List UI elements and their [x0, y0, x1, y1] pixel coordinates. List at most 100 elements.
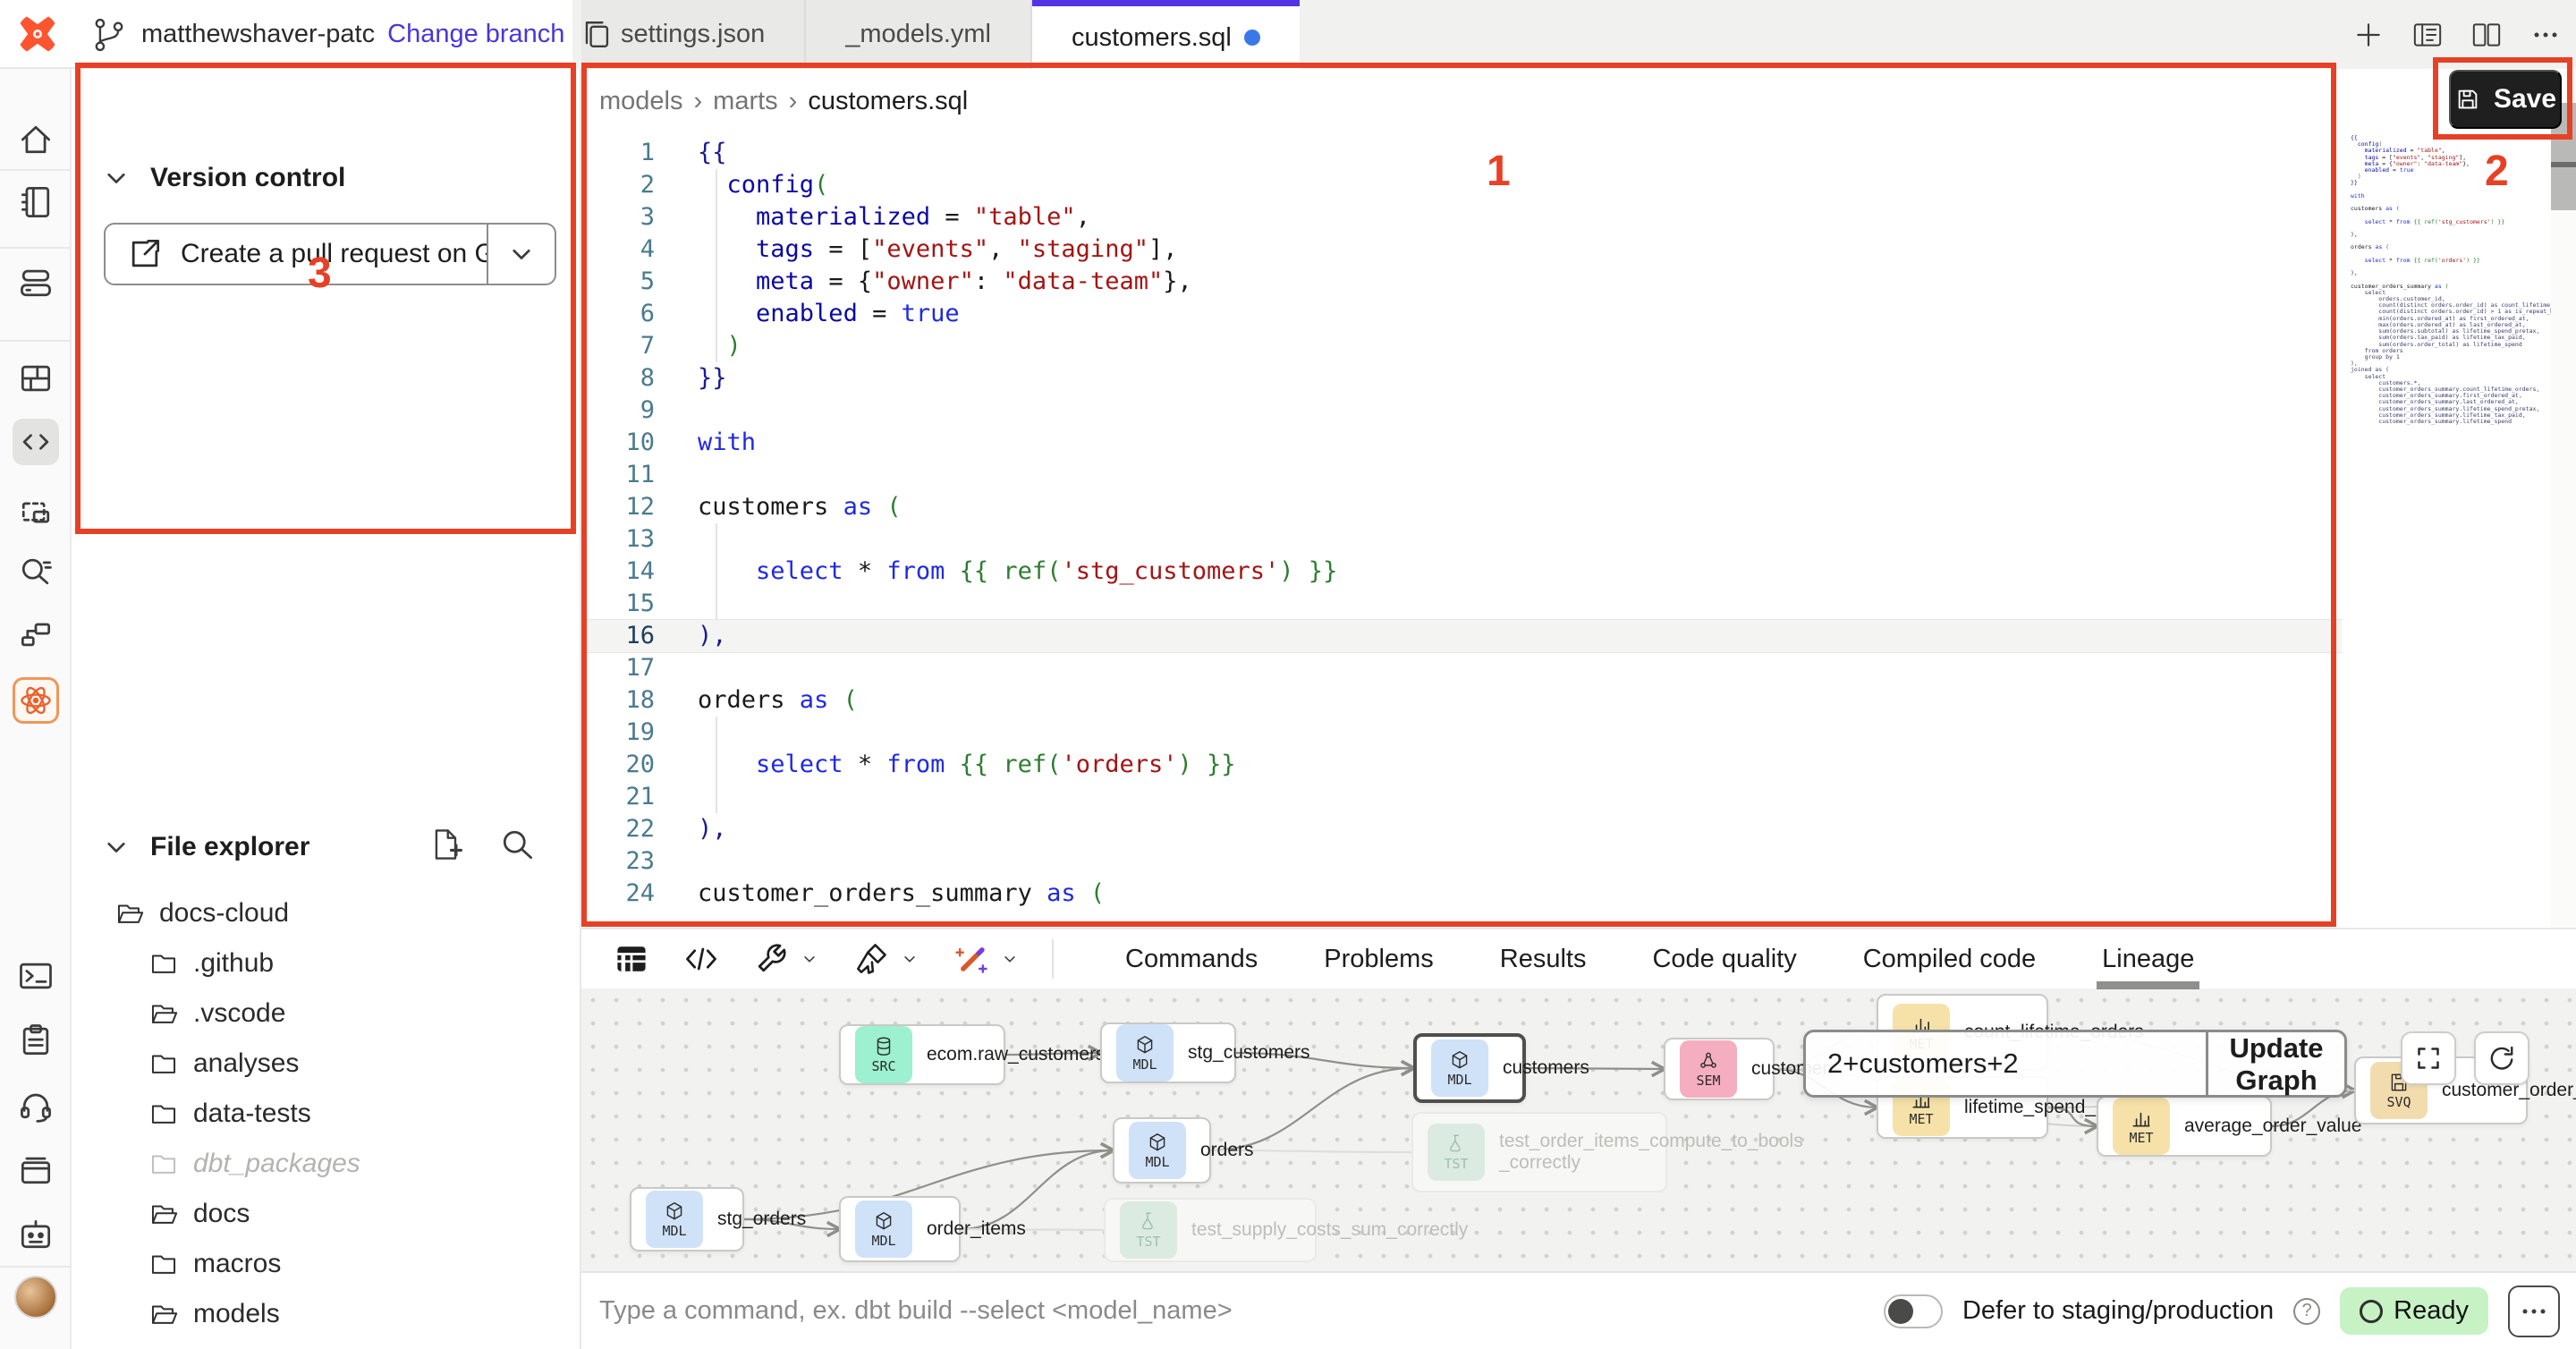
code-line-21[interactable]: 21 — [581, 781, 2342, 813]
bottom-tab-problems[interactable]: Problems — [1324, 929, 1434, 989]
code-line-14[interactable]: 14 select * from {{ ref('stg_customers')… — [581, 556, 2342, 588]
rail-database-icon[interactable] — [13, 259, 59, 306]
more-options-button[interactable] — [2508, 1285, 2560, 1337]
lineage-node-order_items[interactable]: MDLorder_items — [839, 1196, 961, 1262]
breadcrumb-item[interactable]: models — [599, 87, 683, 116]
rail-link-windows-icon[interactable] — [13, 611, 59, 658]
lineage-node-test_bools[interactable]: TSTtest_order_items_compute_to_bools_cor… — [1411, 1112, 1667, 1192]
code-line-4[interactable]: 4 tags = ["events", "staging"], — [581, 233, 2342, 266]
rail-home-icon[interactable] — [13, 116, 59, 163]
change-branch-link[interactable]: Change branch — [387, 20, 564, 49]
copilot-wand-icon[interactable] — [952, 939, 1021, 979]
lineage-node-customers_sem[interactable]: SEMcustomers — [1664, 1038, 1775, 1100]
code-editor[interactable]: models›marts›customers.sql 1{{2 config(3… — [581, 71, 2342, 928]
code-line-2[interactable]: 2 config( — [581, 169, 2342, 201]
tree-item-data-tests[interactable]: data-tests — [72, 1089, 580, 1139]
defer-toggle[interactable] — [1884, 1294, 1943, 1328]
lineage-node-stg_customers[interactable]: MDLstg_customers — [1100, 1022, 1236, 1083]
bottom-tab-lineage[interactable]: Lineage — [2102, 929, 2194, 989]
breadcrumb-item[interactable]: marts — [713, 87, 778, 116]
bottom-tab-compiled-code[interactable]: Compiled code — [1863, 929, 2036, 989]
code-line-8[interactable]: 8}} — [581, 362, 2342, 395]
split-icon[interactable] — [2469, 17, 2504, 53]
file-explorer-header[interactable]: File explorer — [97, 827, 309, 867]
bottom-tab-commands[interactable]: Commands — [1125, 929, 1258, 989]
refresh-graph-button[interactable] — [2474, 1031, 2529, 1085]
rail-copilot-icon[interactable] — [13, 677, 59, 724]
code-line-15[interactable]: 15 — [581, 588, 2342, 620]
breadcrumb-item[interactable]: customers.sql — [808, 87, 968, 116]
rail-frame-icon[interactable] — [13, 489, 59, 536]
preview-table-icon[interactable] — [612, 939, 651, 979]
code-line-24[interactable]: 24customer_orders_summary as ( — [581, 878, 2342, 910]
lineage-node-orders[interactable]: MDLorders — [1113, 1117, 1211, 1184]
panel-icon[interactable] — [2410, 17, 2445, 53]
code-line-5[interactable]: 5 meta = {"owner": "data-team"}, — [581, 266, 2342, 298]
rail-tabs-icon[interactable] — [13, 1147, 59, 1193]
minimap[interactable]: {{ config( materialized = "table", tags … — [2342, 71, 2551, 928]
code-line-9[interactable]: 9 — [581, 395, 2342, 427]
code-lines[interactable]: 1{{2 config(3 materialized = "table",4 t… — [581, 137, 2342, 910]
new-file-icon[interactable] — [426, 825, 465, 864]
command-input[interactable] — [599, 1296, 1762, 1326]
create-pull-request-button[interactable]: Create a pull request on Gi... — [104, 223, 556, 285]
pull-request-dropdown-button[interactable] — [488, 225, 555, 284]
tree-item-.vscode[interactable]: .vscode — [72, 988, 580, 1039]
lineage-node-raw_customers[interactable]: SRCecom.raw_customers — [839, 1024, 1005, 1085]
code-line-10[interactable]: 10with — [581, 427, 2342, 459]
lineage-node-test_supply[interactable]: TSTtest_supply_costs_sum_correctly — [1104, 1198, 1317, 1262]
bottom-tab-code-quality[interactable]: Code quality — [1652, 929, 1796, 989]
code-line-7[interactable]: 7 ) — [581, 330, 2342, 362]
tree-item-docs[interactable]: docs — [72, 1189, 580, 1239]
code-line-17[interactable]: 17 — [581, 652, 2342, 684]
create-pull-request-main[interactable]: Create a pull request on Gi... — [106, 225, 488, 284]
rail-clipboard-icon[interactable] — [13, 1017, 59, 1064]
dots-icon[interactable] — [2528, 17, 2563, 53]
lineage-node-customers_mdl[interactable]: MDLcustomers — [1413, 1033, 1526, 1103]
fullscreen-button[interactable] — [2401, 1031, 2456, 1085]
save-button[interactable]: Save — [2449, 70, 2562, 129]
code-line-3[interactable]: 3 materialized = "table", — [581, 201, 2342, 233]
code-line-12[interactable]: 12customers as ( — [581, 491, 2342, 523]
build-wrench-icon[interactable] — [751, 939, 821, 979]
rail-code-icon[interactable] — [13, 419, 59, 465]
update-graph-button[interactable]: Update Graph — [2206, 1032, 2344, 1095]
code-line-1[interactable]: 1{{ — [581, 137, 2342, 169]
code-line-19[interactable]: 19 — [581, 717, 2342, 749]
code-line-23[interactable]: 23 — [581, 845, 2342, 878]
code-line-6[interactable]: 6 enabled = true — [581, 298, 2342, 330]
tree-item-.github[interactable]: .github — [72, 938, 580, 988]
tree-item-analyses[interactable]: analyses — [72, 1039, 580, 1089]
lineage-canvas[interactable]: SRCecom.raw_customers MDLstg_customers MDL… — [581, 988, 2576, 1271]
code-line-11[interactable]: 11 — [581, 459, 2342, 491]
tab-_models.yml[interactable]: _models.yml — [806, 0, 1032, 69]
tree-item-dbt_packages[interactable]: dbt_packages — [72, 1139, 580, 1189]
version-control-header[interactable]: Version control — [97, 158, 345, 198]
lineage-node-stg_orders[interactable]: MDLstg_orders — [630, 1187, 744, 1251]
code-line-18[interactable]: 18orders as ( — [581, 684, 2342, 717]
bottom-tab-results[interactable]: Results — [1500, 929, 1587, 989]
rail-robot-icon[interactable] — [13, 1211, 59, 1258]
format-broom-icon[interactable] — [852, 939, 921, 979]
user-avatar[interactable] — [14, 1276, 57, 1319]
tree-item-marts[interactable]: marts — [72, 1339, 580, 1349]
code-line-20[interactable]: 20 select * from {{ ref('orders') }} — [581, 749, 2342, 781]
tree-item-models[interactable]: models — [72, 1289, 580, 1339]
copy-icon[interactable] — [577, 15, 616, 55]
editor-scrollbar[interactable] — [2551, 71, 2576, 928]
rail-query-search-icon[interactable] — [13, 547, 59, 594]
lineage-selector-input[interactable] — [1806, 1032, 2206, 1095]
file-search-icon[interactable] — [497, 825, 537, 864]
plus-icon[interactable] — [2351, 17, 2386, 53]
compile-code-icon[interactable] — [682, 939, 721, 979]
tree-item-macros[interactable]: macros — [72, 1239, 580, 1289]
tree-item-docs-cloud[interactable]: docs-cloud — [72, 888, 580, 938]
code-line-16[interactable]: 16), — [581, 620, 2342, 652]
rail-notebook-icon[interactable] — [13, 179, 59, 225]
rail-terminal-icon[interactable] — [13, 953, 59, 999]
code-line-13[interactable]: 13 — [581, 523, 2342, 556]
lineage-node-average_order_value[interactable]: METaverage_order_value — [2097, 1096, 2272, 1157]
tab-customers.sql[interactable]: customers.sql — [1032, 0, 1300, 69]
rail-headset-icon[interactable] — [13, 1082, 59, 1128]
help-question-icon[interactable]: ? — [2293, 1298, 2320, 1325]
